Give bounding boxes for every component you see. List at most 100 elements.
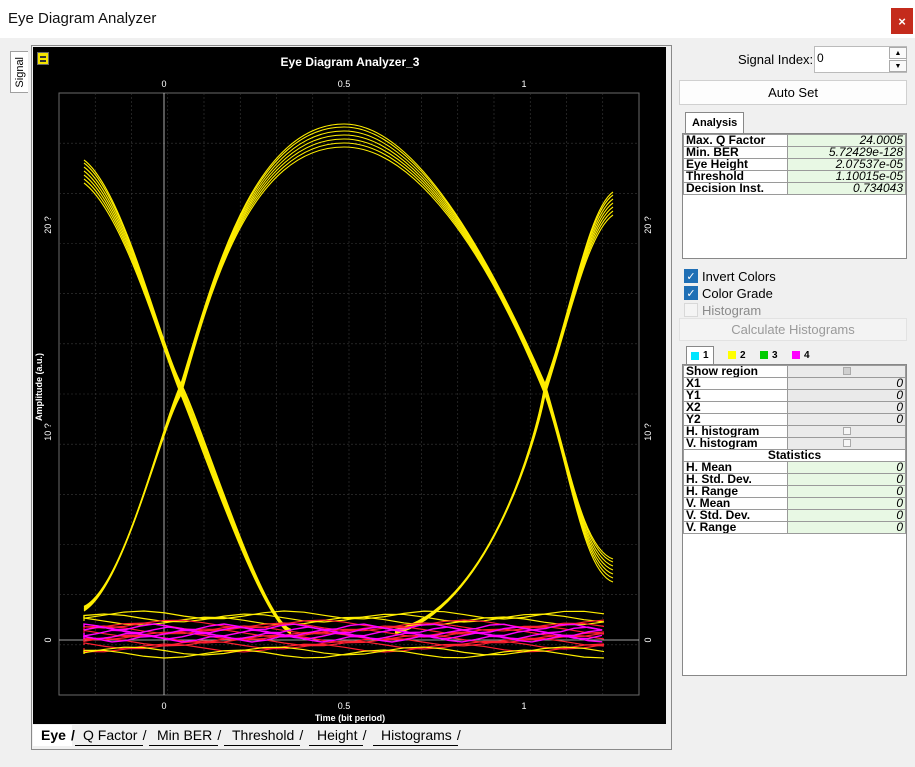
region-value[interactable]: 0	[787, 377, 906, 390]
view-tabs: Eye / Q Factor / Min BER / Threshold / Heigh…	[33, 725, 673, 747]
eye-diagram-plot[interactable]: Eye Diagram Analyzer_3 Time (bit period)…	[33, 47, 666, 724]
analysis-key: Min. BER	[683, 146, 788, 159]
table-row: Y2 0	[683, 413, 906, 426]
region-value[interactable]: 0	[787, 413, 906, 426]
checkbox-icon	[842, 367, 851, 375]
tab-signal[interactable]: Signal	[10, 51, 28, 93]
stat-value[interactable]: 0	[787, 473, 906, 486]
analysis-value[interactable]: 0.734043	[787, 182, 906, 195]
stat-value[interactable]: 0	[787, 461, 906, 474]
region-grid: Show region X1 0 Y1 0 X2 0 Y2 0 H. histogram…	[682, 364, 907, 676]
eye-trace	[394, 210, 614, 634]
plot-title: Eye Diagram Analyzer_3	[281, 55, 420, 69]
tab-min-ber[interactable]: Min BER /	[149, 725, 221, 746]
plot-menu-icon[interactable]	[37, 52, 49, 65]
region-value[interactable]: 0	[787, 401, 906, 414]
check-icon: ✓	[684, 269, 698, 283]
eye-trace	[83, 146, 614, 612]
color-grade-label: Color Grade	[702, 285, 773, 301]
region-key: Show region	[683, 365, 788, 378]
y-axis-label: Amplitude (a.u.)	[34, 353, 44, 421]
show-region-checkbox[interactable]	[787, 365, 906, 378]
stat-value[interactable]: 0	[787, 485, 906, 498]
color-grade-checkbox[interactable]: ✓ Color Grade	[684, 285, 773, 301]
invert-colors-label: Invert Colors	[702, 268, 776, 284]
region-key: Y2	[683, 413, 788, 426]
h-histogram-checkbox[interactable]	[787, 425, 906, 438]
tab-threshold[interactable]: Threshold /	[224, 725, 303, 746]
tab-color-label: 1	[703, 350, 709, 361]
tab-q-factor[interactable]: Q Factor /	[75, 725, 146, 746]
stat-value[interactable]: 0	[787, 509, 906, 522]
calculate-histograms-button[interactable]: Calculate Histograms	[679, 318, 907, 341]
table-row: Show region	[683, 365, 906, 378]
table-row: V. Mean 0	[683, 497, 906, 510]
tab-min-ber-label: Min BER	[157, 727, 213, 743]
close-button[interactable]: ×	[891, 8, 913, 34]
tab-histograms[interactable]: Histograms /	[373, 725, 461, 746]
table-row: H. Std. Dev. 0	[683, 473, 906, 486]
analysis-key: Eye Height	[683, 158, 788, 171]
tab-height-label: Height	[317, 727, 358, 743]
tab-color-1[interactable]: 1	[686, 346, 714, 364]
analysis-value[interactable]: 2.07537e-05	[787, 158, 906, 171]
color-swatch-icon	[728, 351, 736, 359]
stat-key: H. Mean	[683, 461, 788, 474]
invert-colors-checkbox[interactable]: ✓ Invert Colors	[684, 268, 776, 284]
stat-key: V. Std. Dev.	[683, 509, 788, 522]
title-bar: Eye Diagram Analyzer ×	[0, 0, 915, 38]
v-histogram-checkbox[interactable]	[787, 437, 906, 450]
eye-trace	[83, 138, 614, 610]
tab-height[interactable]: Height /	[309, 725, 366, 746]
tab-color-label: 2	[740, 349, 746, 361]
y-tick-label-left: 20 ?	[43, 216, 53, 234]
table-row: X1 0	[683, 377, 906, 390]
analysis-value[interactable]: 5.72429e-128	[787, 146, 906, 159]
window-title: Eye Diagram Analyzer	[8, 10, 157, 27]
region-value[interactable]: 0	[787, 389, 906, 402]
spin-up-icon[interactable]: ▲	[889, 47, 907, 59]
tab-eye[interactable]: Eye /	[33, 725, 75, 746]
spin-down-icon[interactable]: ▼	[889, 60, 907, 72]
eye-diagram-canvas: Eye Diagram Analyzer_3 Time (bit period)…	[34, 55, 653, 723]
eye-trace	[83, 130, 614, 609]
signal-index-value[interactable]: 0	[817, 51, 824, 65]
eye-trace	[83, 142, 614, 611]
stat-value[interactable]: 0	[787, 521, 906, 534]
stat-key: H. Std. Dev.	[683, 473, 788, 486]
color-swatch-icon	[792, 351, 800, 359]
tab-color-3[interactable]: 3	[756, 346, 782, 364]
tab-color-label: 3	[772, 349, 778, 361]
analysis-value[interactable]: 24.0005	[787, 134, 906, 147]
y-tick-label-left: 0	[43, 637, 53, 642]
tab-eye-label: Eye	[41, 727, 66, 743]
histogram-checkbox[interactable]: Histogram	[684, 302, 761, 318]
statistics-header: Statistics	[683, 449, 906, 462]
tab-analysis[interactable]: Analysis	[685, 112, 745, 134]
y-tick-label-left: 10 ?	[43, 423, 53, 441]
table-row: Decision Inst. 0.734043	[683, 182, 906, 195]
eye-trace	[394, 214, 614, 635]
analysis-key: Decision Inst.	[683, 182, 788, 195]
table-row: V. Std. Dev. 0	[683, 509, 906, 522]
tab-color-4[interactable]: 4	[788, 346, 814, 364]
table-row: Statistics	[683, 449, 906, 462]
analysis-key: Threshold	[683, 170, 788, 183]
stat-value[interactable]: 0	[787, 497, 906, 510]
auto-set-button[interactable]: Auto Set	[679, 80, 907, 105]
analysis-value[interactable]: 1.10015e-05	[787, 170, 906, 183]
tab-signal-label: Signal	[13, 56, 26, 88]
check-icon: ✓	[684, 286, 698, 300]
signal-index-stepper[interactable]: 0 ▲ ▼	[814, 46, 907, 73]
region-key: Y1	[683, 389, 788, 402]
tab-color-2[interactable]: 2	[724, 346, 750, 364]
region-key: H. histogram	[683, 425, 788, 438]
histogram-label: Histogram	[702, 302, 762, 318]
eye-trace	[394, 191, 614, 630]
checkbox-icon	[842, 427, 851, 435]
tab-q-factor-label: Q Factor	[83, 727, 138, 743]
x-tick-label-bottom: 1	[521, 701, 526, 711]
x-tick-label-top: 1	[521, 79, 526, 89]
table-row: V. Range 0	[683, 521, 906, 534]
region-key: X1	[683, 377, 788, 390]
